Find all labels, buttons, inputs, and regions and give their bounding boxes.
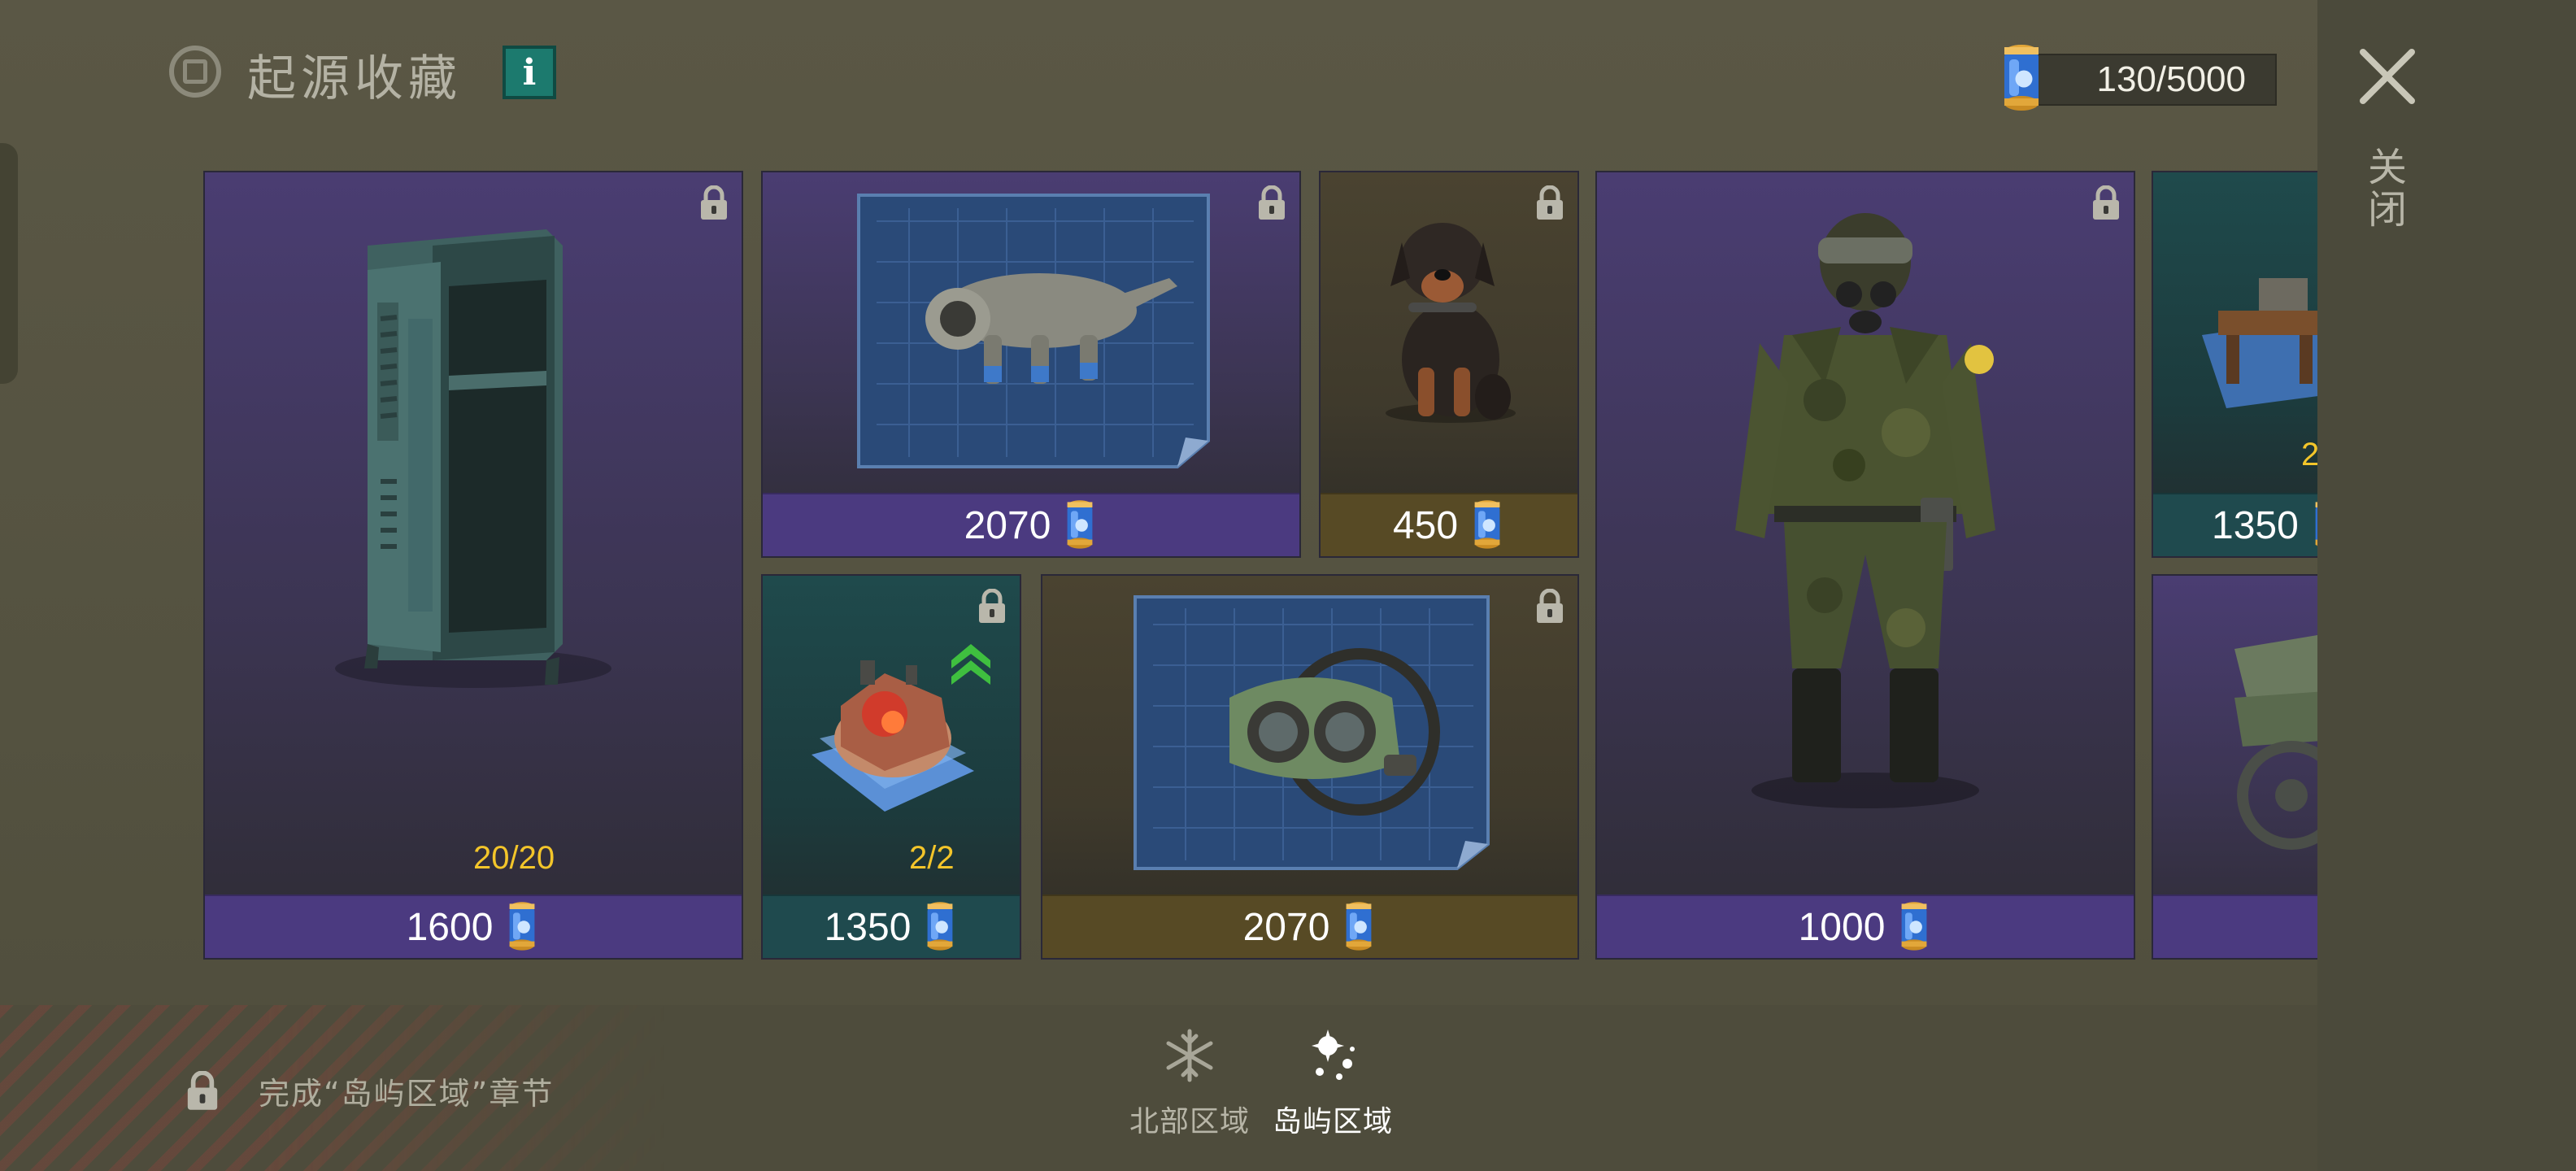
- price-bar: 1600: [205, 895, 742, 958]
- capsule-currency-icon: [2310, 498, 2317, 552]
- price-bar: 1350: [2153, 493, 2317, 556]
- page-title: 起源收藏: [247, 50, 462, 107]
- capsule-currency-icon: [1062, 498, 1098, 552]
- soldier-outfit-image: [1735, 213, 1995, 808]
- capsule-currency-icon: [1896, 900, 1932, 954]
- region-tab-island[interactable]: 岛屿区域: [1272, 1026, 1394, 1140]
- vehicle-image: [2234, 635, 2317, 850]
- close-label[interactable]: 关闭: [2361, 146, 2412, 231]
- price-value: 2070: [1242, 905, 1330, 949]
- price-bar: 1350: [763, 895, 1020, 958]
- collection-card-dog[interactable]: 450: [1319, 171, 1579, 558]
- price-bar: 2070: [1042, 895, 1577, 958]
- collection-card-vehicle[interactable]: [2152, 574, 2317, 960]
- collection-card-furnace-blueprint[interactable]: 2/2 1350: [761, 574, 1021, 960]
- price-value: 450: [1392, 503, 1459, 547]
- region-tab-north[interactable]: 北部区域: [1129, 1026, 1251, 1140]
- currency-counter: 130/5000: [1997, 42, 2277, 107]
- capsule-currency-icon: [1997, 42, 2046, 115]
- region-label: 北部区域: [1129, 1105, 1250, 1138]
- currency-amount: 130/5000: [2030, 54, 2277, 106]
- table-blueprint-image: [2202, 278, 2317, 408]
- price-bar: 450: [1321, 493, 1577, 556]
- capsule-currency-icon: [1341, 900, 1377, 954]
- locker-image: [335, 229, 611, 688]
- price-value: 1000: [1798, 905, 1886, 949]
- dog-image: [1386, 223, 1516, 423]
- close-button[interactable]: [2355, 44, 2420, 109]
- price-value: 2070: [964, 503, 1051, 547]
- collection-card-goggles-blueprint[interactable]: 2070: [1041, 574, 1579, 960]
- price-bar: 2070: [763, 493, 1299, 556]
- unlock-requirement: 完成“岛屿区域”章节: [184, 1069, 554, 1113]
- collection-card-dog-suit-blueprint[interactable]: 2070: [761, 171, 1301, 558]
- lock-icon: [184, 1071, 221, 1112]
- price-bar: [2153, 895, 2317, 958]
- card-progress: 2/2: [909, 840, 955, 876]
- info-button[interactable]: i: [503, 46, 556, 99]
- collection-emblem-icon: [169, 46, 221, 98]
- price-value: 1350: [824, 905, 912, 949]
- capsule-currency-icon: [1469, 498, 1505, 552]
- capsule-currency-icon: [922, 900, 958, 954]
- close-icon: [2360, 49, 2415, 104]
- furnace-blueprint-image: [812, 660, 974, 812]
- side-drawer-handle[interactable]: [0, 143, 18, 384]
- capsule-currency-icon: [504, 900, 540, 954]
- price-value: 1600: [406, 905, 494, 949]
- region-label: 岛屿区域: [1272, 1105, 1393, 1138]
- collection-card-table-blueprint[interactable]: 2 1350: [2152, 171, 2317, 558]
- card-progress: 20/20: [473, 840, 555, 876]
- snowflake-icon: [1166, 1029, 1213, 1082]
- price-value: 1350: [2212, 503, 2299, 547]
- collection-panel: 起源收藏 i 130/5000 20/20 1600 2070 450 1000…: [0, 0, 2317, 1171]
- card-progress: 2: [2301, 437, 2317, 473]
- dog-suit-blueprint-image: [857, 194, 1210, 468]
- unlock-hint-text: 完成“岛屿区域”章节: [259, 1076, 555, 1112]
- collection-card-soldier-outfit[interactable]: 1000: [1595, 171, 2135, 960]
- price-bar: 1000: [1597, 895, 2134, 958]
- collection-card-locker[interactable]: 20/20 1600: [203, 171, 743, 960]
- island-icon: [1312, 1030, 1355, 1080]
- goggles-blueprint-image: [1134, 595, 1490, 870]
